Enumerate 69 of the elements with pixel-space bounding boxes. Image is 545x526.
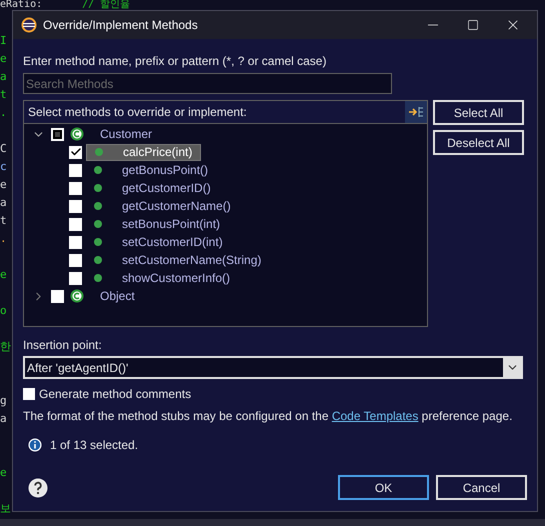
method-icon (94, 202, 102, 210)
insertion-dropdown[interactable]: After 'getAgentID()' (23, 356, 523, 379)
class-icon (70, 289, 84, 303)
maximize-icon[interactable] (467, 19, 479, 31)
method-icon (94, 166, 102, 174)
checkbox-label[interactable]: Generate method comments (39, 385, 192, 403)
method-item[interactable]: showCustomerInfo() (86, 270, 238, 286)
method-item[interactable]: setCustomerName(String) (86, 252, 270, 268)
code-text: . (0, 105, 7, 121)
method-item[interactable]: getCustomerID() (86, 180, 219, 196)
list-header: Select methods to override or implement: (28, 104, 247, 121)
class-label[interactable]: Customer (100, 125, 152, 143)
select-button[interactable]: Select All (433, 100, 524, 125)
eclipse-icon (21, 17, 37, 33)
insertion-label: Insertion point: (23, 337, 103, 354)
arrow-tree-icon (408, 106, 424, 118)
checkbox[interactable] (69, 254, 82, 266)
info-text: The format of the method stubs may be configured on the Code Templates preference page. (23, 408, 512, 424)
checkbox[interactable] (69, 146, 82, 158)
dialog-button[interactable]: OK (338, 475, 429, 500)
method-icon (94, 220, 102, 228)
prompt-text: Enter method name, prefix or pattern (*, ? or camel case) (23, 53, 328, 70)
code-text: C (0, 141, 7, 157)
method-item[interactable]: setBonusPoint(int) (86, 216, 228, 232)
method-icon (94, 256, 102, 264)
info-icon (28, 438, 42, 452)
method-item[interactable]: setCustomerID(int) (86, 234, 231, 250)
method-item[interactable]: getBonusPoint() (86, 162, 216, 178)
select-button[interactable]: Deselect All (433, 130, 524, 155)
code-templates-link[interactable]: Code Templates (332, 409, 418, 423)
method-icon (95, 148, 103, 156)
code-text: t (0, 87, 7, 103)
code-text: e (0, 267, 7, 283)
checkbox[interactable] (69, 200, 82, 212)
code-text: c (0, 159, 7, 175)
method-item[interactable]: calcPrice(int) (86, 144, 202, 160)
code-text: o (0, 303, 7, 319)
sort-toggle-button[interactable] (405, 101, 427, 123)
checkbox[interactable] (51, 128, 64, 140)
code-text: 보 (0, 501, 11, 517)
window-title: Override/Implement Methods (43, 17, 198, 34)
class-label[interactable]: Object (100, 287, 135, 305)
method-icon (94, 238, 102, 246)
code-text: a (0, 69, 7, 85)
checkbox[interactable] (69, 182, 82, 194)
method-icon (94, 184, 102, 192)
code-text: e (0, 51, 7, 67)
code-text: I (0, 33, 7, 49)
code-text: t (0, 213, 7, 229)
dialog-button[interactable]: Cancel (436, 475, 527, 500)
checkbox[interactable] (23, 388, 35, 400)
checkbox[interactable] (69, 236, 82, 248)
method-item[interactable]: getCustomerName() (86, 198, 239, 214)
code-text: e (0, 465, 7, 481)
class-icon (70, 127, 84, 141)
code-text: . (0, 231, 7, 247)
checkbox[interactable] (69, 272, 82, 284)
code-text: a (0, 411, 7, 427)
help-icon[interactable] (28, 478, 48, 498)
code-text: g (0, 393, 7, 409)
checkbox[interactable] (69, 218, 82, 230)
checkbox[interactable] (51, 290, 64, 302)
method-icon (94, 274, 102, 282)
code-text: 한 (0, 339, 11, 355)
code-text: e (0, 177, 7, 193)
checkbox[interactable] (69, 164, 82, 176)
search-field[interactable]: Search Methods (23, 73, 392, 94)
status-text: 1 of 13 selected. (50, 437, 138, 454)
code-text: a (0, 195, 7, 211)
